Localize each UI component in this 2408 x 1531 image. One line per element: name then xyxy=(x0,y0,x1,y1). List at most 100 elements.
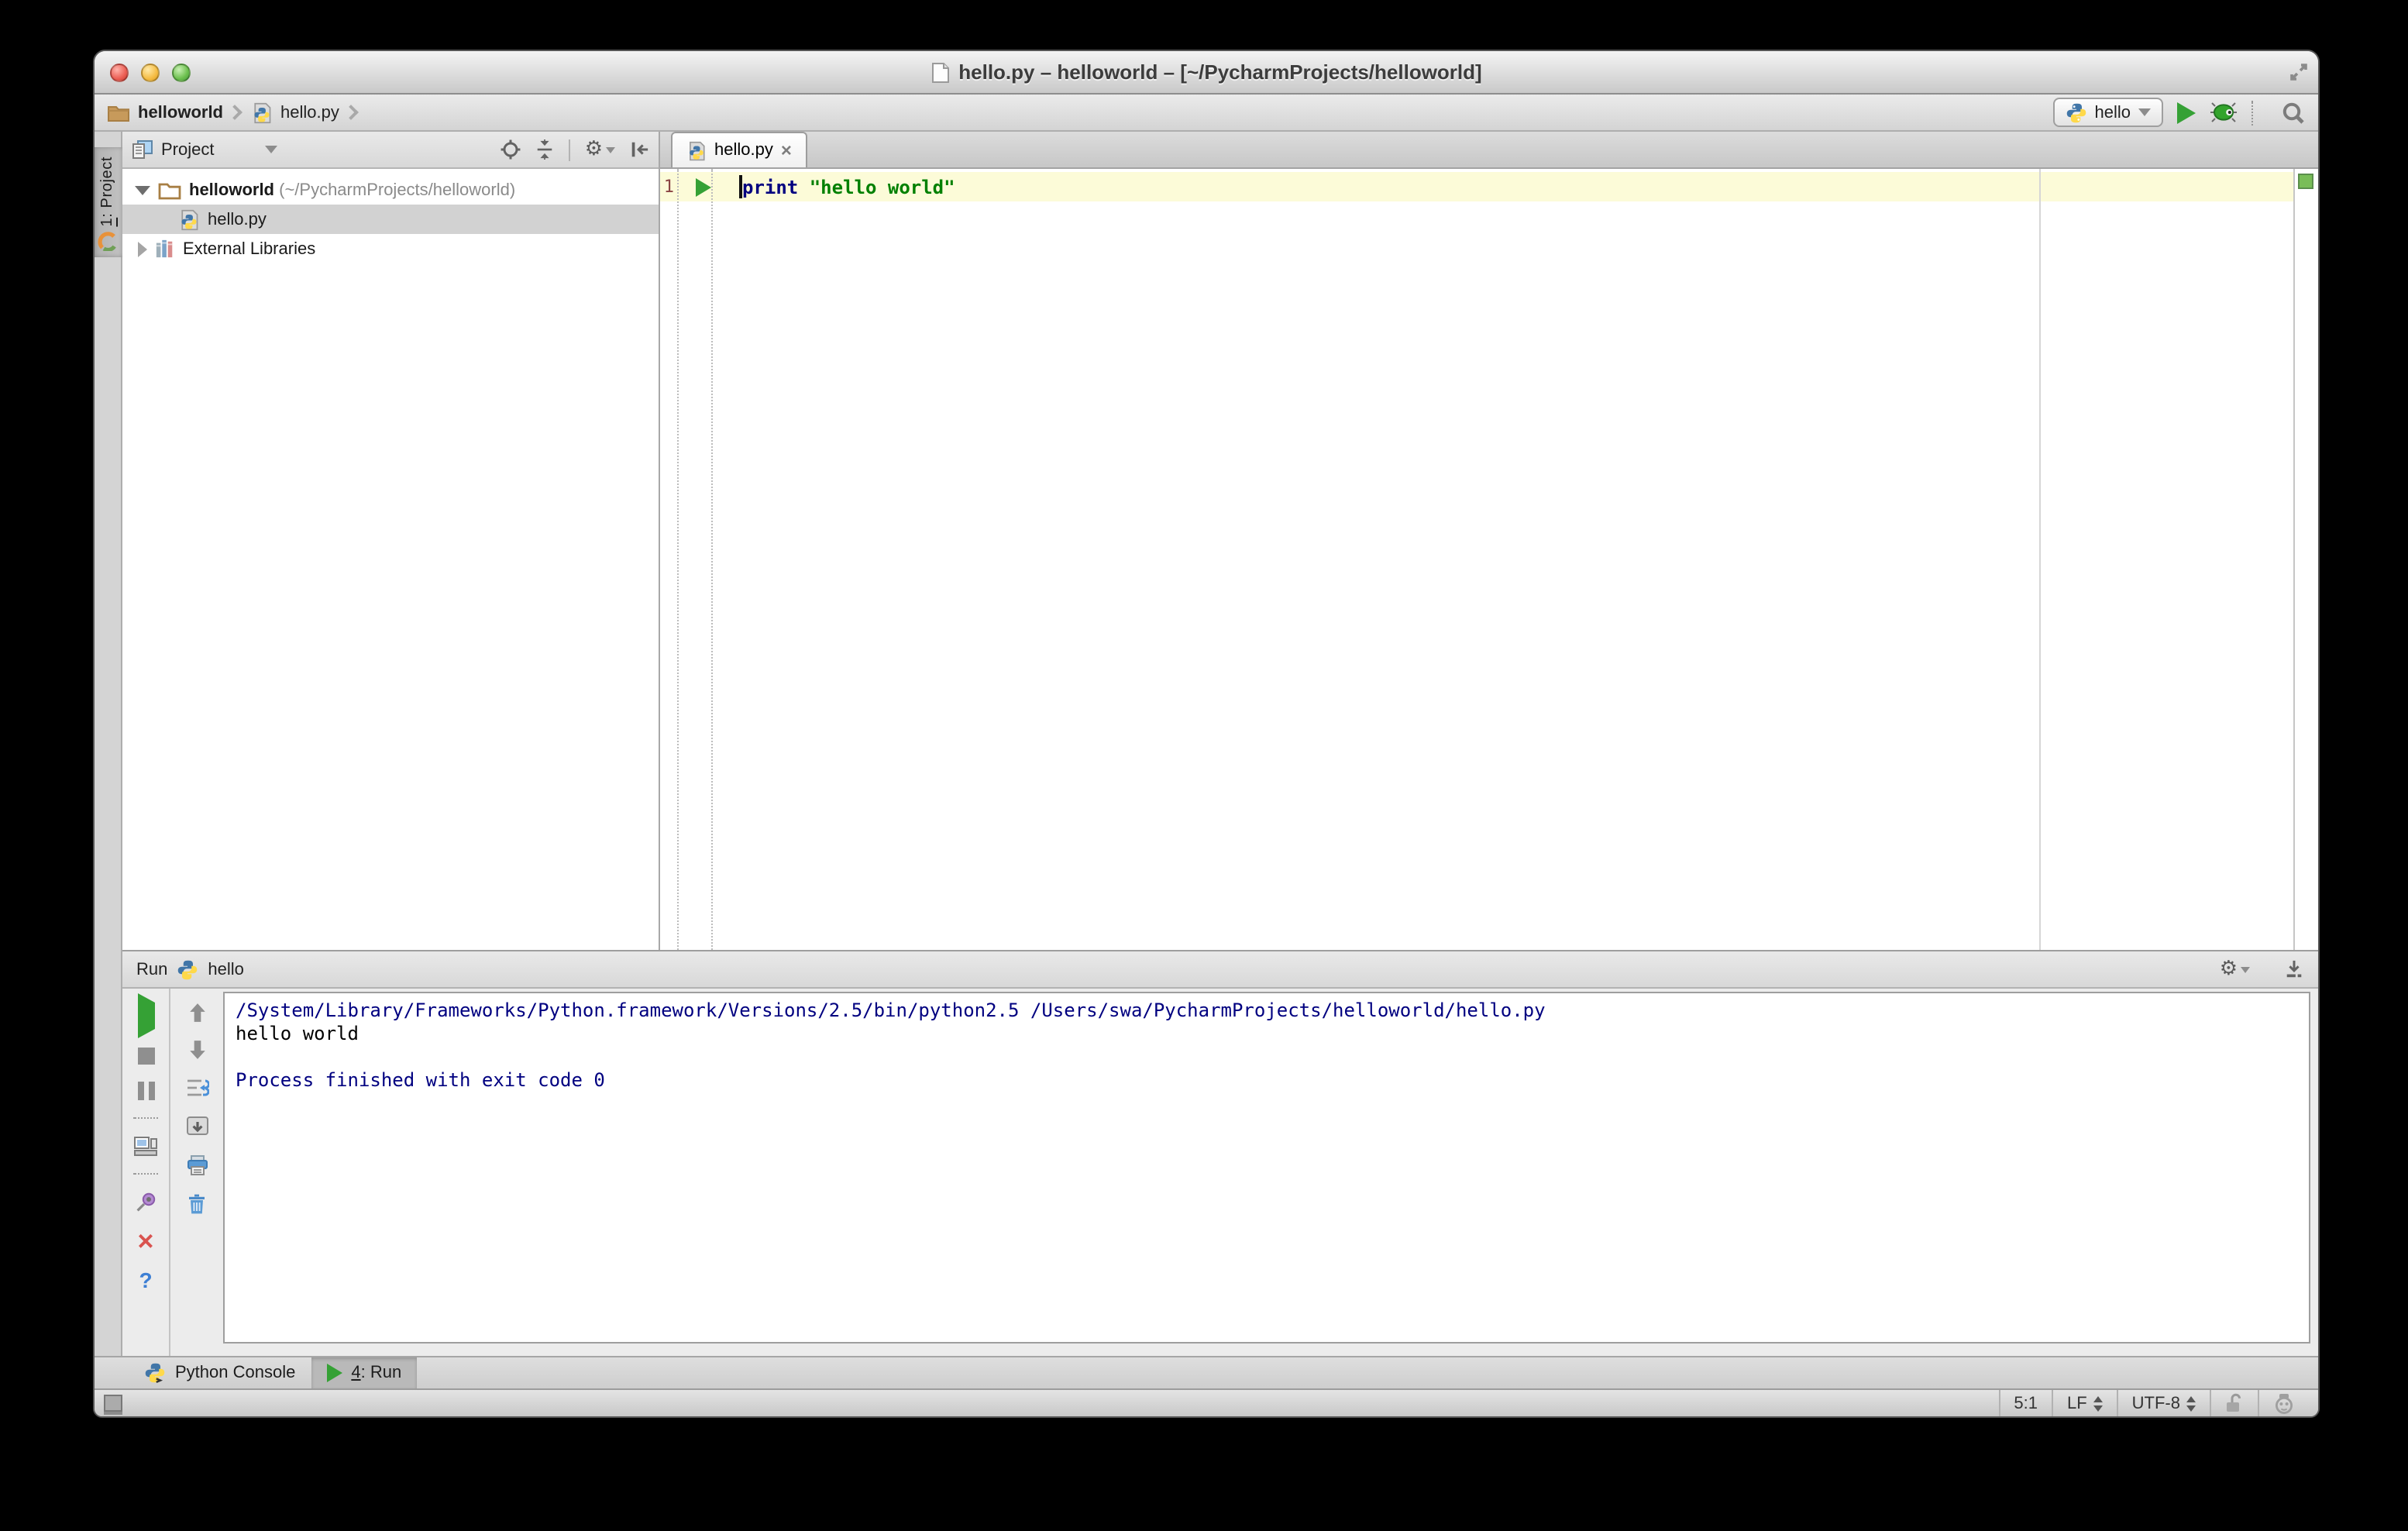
panel-settings-gear-icon[interactable]: ⚙ xyxy=(585,139,615,160)
console-toolbar xyxy=(169,989,223,1356)
current-line-highlight: 1 print "hello world" xyxy=(660,172,2293,201)
content-column: Project ⚙ helloworld (~/PycharmProjects/… xyxy=(122,132,2318,1356)
inspections-hector-icon[interactable] xyxy=(2258,1390,2309,1416)
run-tab-play-icon xyxy=(326,1364,342,1382)
run-configuration-label: hello xyxy=(2094,103,2131,122)
python-console-icon xyxy=(144,1362,166,1384)
run-console-output[interactable]: /System/Library/Frameworks/Python.framew… xyxy=(223,992,2310,1343)
document-icon xyxy=(931,61,949,83)
readonly-lock-icon[interactable] xyxy=(2210,1390,2258,1416)
run-configuration-select[interactable]: hello xyxy=(2052,98,2163,127)
zoom-window-button[interactable] xyxy=(172,64,191,82)
python-logo-icon xyxy=(177,958,198,980)
tree-row-external-libraries[interactable]: External Libraries xyxy=(122,234,659,263)
tree-item-label: helloworld (~/PycharmProjects/helloworld… xyxy=(189,181,516,199)
breadcrumb-chevron-icon xyxy=(227,105,243,120)
updown-arrows-icon xyxy=(2093,1395,2103,1411)
encoding-widget[interactable]: UTF-8 xyxy=(2116,1390,2210,1416)
run-button[interactable] xyxy=(2177,101,2196,123)
tab-close-icon[interactable]: × xyxy=(781,141,792,160)
project-stripe-label: 1: Project xyxy=(99,157,116,227)
line-separator-value: LF xyxy=(2066,1394,2087,1412)
folder-icon xyxy=(158,181,181,199)
code-editor[interactable]: 1 print "hello world" xyxy=(660,169,2318,950)
desktop-background: hello.py – helloworld – [~/PycharmProjec… xyxy=(0,0,2408,1531)
gutter-divider xyxy=(677,169,679,950)
run-settings-gear-icon[interactable]: ⚙ xyxy=(2220,959,2250,979)
encoding-value: UTF-8 xyxy=(2131,1394,2180,1412)
toggle-tool-buttons-icon[interactable] xyxy=(104,1395,122,1412)
project-tool-window-button[interactable]: 1: Project xyxy=(95,147,122,258)
editor-pane: hello.py × 1 print "hello world" xyxy=(660,132,2318,950)
run-panel-header: Run hello ⚙ xyxy=(122,951,2318,989)
updown-arrows-icon xyxy=(2186,1395,2196,1411)
locate-file-icon[interactable] xyxy=(501,139,521,160)
search-icon[interactable] xyxy=(2281,100,2306,125)
scroll-to-end-icon[interactable] xyxy=(185,1116,208,1137)
chevron-down-icon[interactable] xyxy=(265,146,278,153)
minimize-window-button[interactable] xyxy=(141,64,160,82)
restore-layout-icon[interactable] xyxy=(133,1136,158,1156)
run-controls-toolbar: ✕ ? xyxy=(122,989,169,1356)
soft-wrap-icon[interactable] xyxy=(185,1077,208,1099)
down-stack-trace-icon[interactable] xyxy=(187,1040,207,1060)
tab-hello-py[interactable]: hello.py × xyxy=(671,132,807,167)
tree-row-hello-py[interactable]: hello.py xyxy=(122,205,659,234)
run-panel-title: Run xyxy=(136,960,168,979)
inspection-stripe[interactable] xyxy=(2293,169,2318,950)
console-line: hello world xyxy=(236,1023,359,1044)
project-panel: Project ⚙ helloworld (~/PycharmProjects/… xyxy=(122,132,660,950)
toolbar-divider xyxy=(133,1173,158,1175)
breadcrumb-label: hello.py xyxy=(280,103,339,122)
breadcrumb-helloworld[interactable]: helloworld xyxy=(107,103,223,122)
hide-panel-icon[interactable] xyxy=(629,139,649,160)
tree-row-helloworld[interactable]: helloworld (~/PycharmProjects/helloworld… xyxy=(122,175,659,205)
breadcrumb-hello-py[interactable]: hello.py xyxy=(251,101,339,123)
caret-position-widget[interactable]: 5:1 xyxy=(1998,1390,2052,1416)
editor-row: Project ⚙ helloworld (~/PycharmProjects/… xyxy=(122,132,2318,950)
python-console-tab[interactable]: Python Console xyxy=(129,1357,311,1388)
breadcrumb-label: helloworld xyxy=(138,103,223,122)
rerun-button[interactable] xyxy=(137,993,154,1038)
stop-button[interactable] xyxy=(137,1048,154,1065)
help-icon[interactable]: ? xyxy=(139,1269,152,1291)
inspection-ok-indicator[interactable] xyxy=(2298,174,2313,189)
debug-bug-icon[interactable] xyxy=(2210,101,2238,124)
editor-tab-bar: hello.py × xyxy=(660,132,2318,169)
tool-window-bar: Python Console 4: Run xyxy=(95,1356,2318,1388)
run-tab[interactable]: 4: Run xyxy=(311,1357,418,1388)
title-bar[interactable]: hello.py – helloworld – [~/PycharmProjec… xyxy=(95,51,2318,95)
tab-label: hello.py xyxy=(714,141,773,160)
hide-tool-window-icon[interactable] xyxy=(2284,959,2304,979)
chevron-down-icon xyxy=(2138,108,2151,116)
collapse-all-icon[interactable] xyxy=(535,139,556,160)
close-tool-window-icon[interactable]: ✕ xyxy=(136,1230,154,1252)
gutter-run-icon[interactable] xyxy=(696,177,711,196)
line-number[interactable]: 1 xyxy=(660,177,674,197)
caret-position-value: 5:1 xyxy=(2014,1394,2038,1412)
left-tool-window-stripe: 1: Project xyxy=(95,132,122,1356)
toolbar-divider xyxy=(133,1117,158,1119)
fullscreen-arrows-icon[interactable] xyxy=(2289,62,2309,82)
project-panel-header: Project ⚙ xyxy=(122,132,659,169)
collapsed-arrow-icon[interactable] xyxy=(138,241,147,256)
up-stack-trace-icon[interactable] xyxy=(187,1003,207,1023)
status-bar: 5:1 LF UTF-8 xyxy=(95,1388,2318,1416)
pycharm-window: hello.py – helloworld – [~/PycharmProjec… xyxy=(93,50,2320,1418)
project-tree: helloworld (~/PycharmProjects/helloworld… xyxy=(122,169,659,263)
project-tool-window-icon xyxy=(98,232,118,252)
close-window-button[interactable] xyxy=(110,64,129,82)
clear-console-trash-icon[interactable] xyxy=(186,1193,208,1215)
traffic-lights xyxy=(110,64,191,82)
gutter-divider xyxy=(711,169,713,950)
print-icon[interactable] xyxy=(185,1154,208,1176)
pause-output-button[interactable] xyxy=(137,1082,154,1100)
project-view-icon xyxy=(132,139,153,160)
libraries-icon xyxy=(155,239,175,259)
python-logo-icon xyxy=(2066,101,2087,123)
breadcrumb-chevron-icon xyxy=(342,105,359,120)
pin-tab-icon[interactable] xyxy=(135,1192,157,1213)
line-separator-widget[interactable]: LF xyxy=(2051,1390,2117,1416)
expanded-arrow-icon[interactable] xyxy=(135,185,150,194)
